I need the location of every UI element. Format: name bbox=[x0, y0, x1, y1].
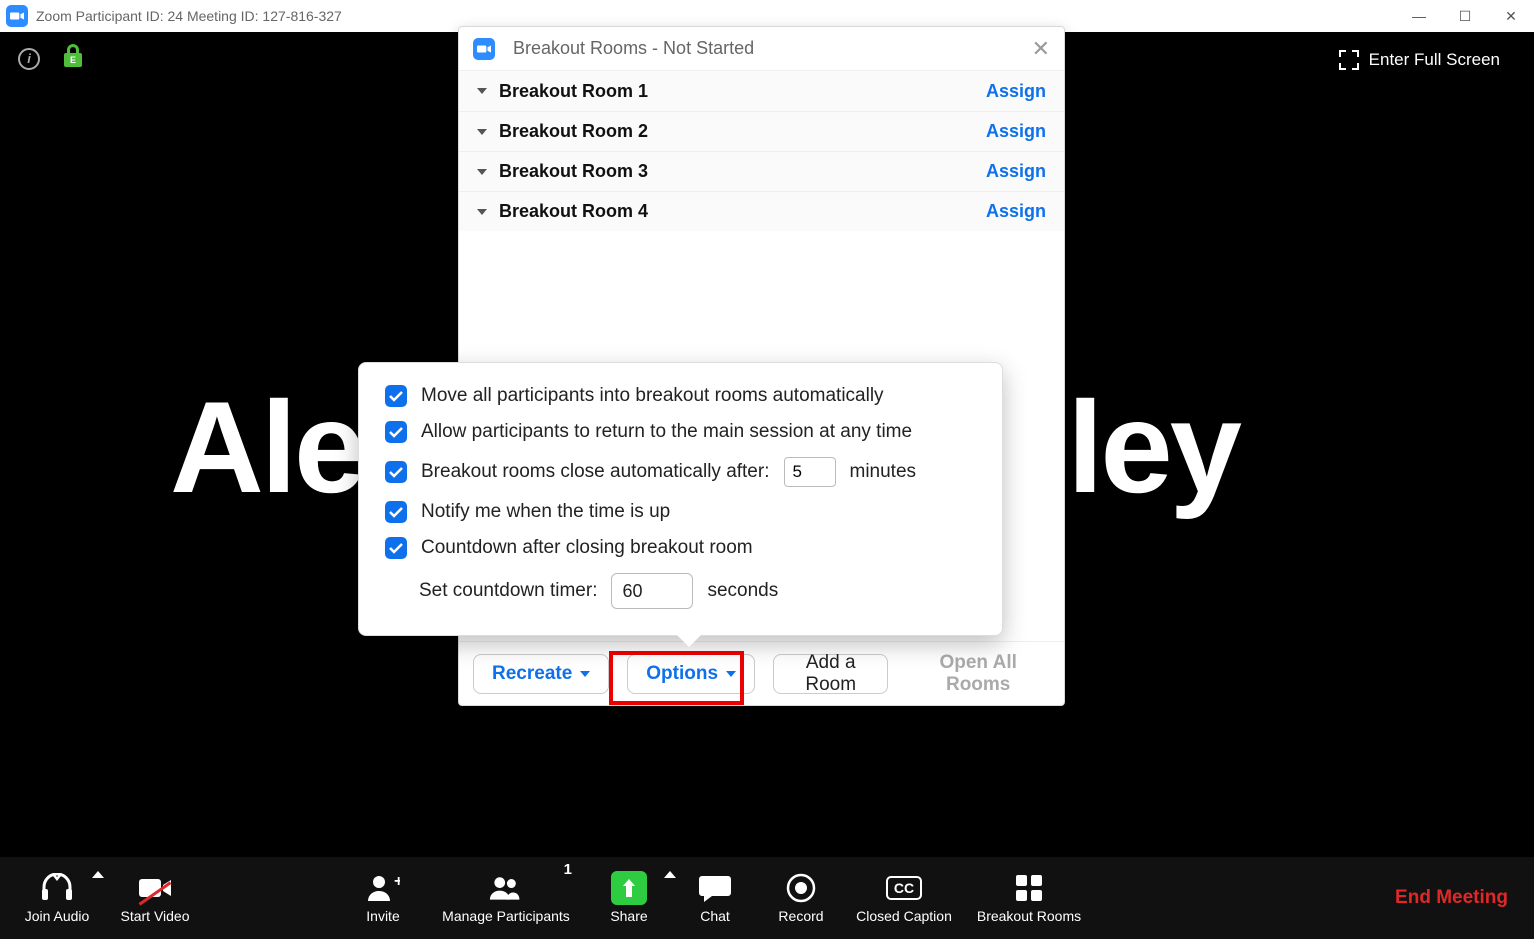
closed-caption-button[interactable]: CC Closed Caption bbox=[844, 857, 964, 939]
invite-button[interactable]: + Invite bbox=[340, 857, 426, 939]
chevron-down-icon bbox=[477, 209, 487, 215]
checkbox-allow-return[interactable] bbox=[385, 421, 407, 443]
start-video-button[interactable]: Start Video bbox=[100, 857, 210, 939]
room-name: Breakout Room 3 bbox=[499, 161, 648, 182]
chevron-down-icon bbox=[726, 671, 736, 677]
assign-link[interactable]: Assign bbox=[986, 161, 1046, 182]
dialog-title: Breakout Rooms - Not Started bbox=[513, 38, 754, 59]
assign-link[interactable]: Assign bbox=[986, 81, 1046, 102]
enter-fullscreen-button[interactable]: Enter Full Screen bbox=[1327, 44, 1512, 76]
checkbox-close-after[interactable] bbox=[385, 461, 407, 483]
video-off-icon bbox=[138, 872, 172, 904]
close-after-input[interactable] bbox=[784, 457, 836, 487]
room-name: Breakout Room 4 bbox=[499, 201, 648, 222]
chat-icon bbox=[698, 872, 732, 904]
breakout-rooms-button[interactable]: Breakout Rooms bbox=[964, 857, 1094, 939]
checkbox-notify[interactable] bbox=[385, 501, 407, 523]
assign-link[interactable]: Assign bbox=[986, 201, 1046, 222]
meeting-toolbar: Join Audio Start Video + Invite Manage P… bbox=[0, 857, 1534, 939]
participant-count-badge: 1 bbox=[564, 861, 572, 878]
room-row[interactable]: Breakout Room 3 Assign bbox=[459, 151, 1064, 191]
option-label: Breakout rooms close automatically after… bbox=[421, 461, 770, 483]
fullscreen-icon bbox=[1339, 50, 1359, 70]
participant-name-text: Ale bbox=[170, 372, 363, 522]
add-room-button[interactable]: Add a Room bbox=[773, 654, 888, 694]
breakout-rooms-icon bbox=[1012, 872, 1046, 904]
dialog-close-button[interactable]: ✕ bbox=[1032, 36, 1050, 62]
zoom-logo-icon bbox=[6, 5, 28, 27]
share-button[interactable]: Share bbox=[586, 857, 672, 939]
room-row[interactable]: Breakout Room 4 Assign bbox=[459, 191, 1064, 231]
record-icon bbox=[784, 872, 818, 904]
window-close-button[interactable]: ✕ bbox=[1488, 0, 1534, 32]
record-button[interactable]: Record bbox=[758, 857, 844, 939]
window-minimize-button[interactable]: — bbox=[1396, 0, 1442, 32]
participant-name-text: ley bbox=[1067, 372, 1239, 522]
countdown-label: Set countdown timer: bbox=[419, 580, 597, 602]
recreate-button[interactable]: Recreate bbox=[473, 654, 609, 694]
room-row[interactable]: Breakout Room 2 Assign bbox=[459, 111, 1064, 151]
invite-icon: + bbox=[366, 872, 400, 904]
option-label: Allow participants to return to the main… bbox=[421, 421, 912, 443]
checkbox-move-auto[interactable] bbox=[385, 385, 407, 407]
room-row[interactable]: Breakout Room 1 Assign bbox=[459, 71, 1064, 111]
unit-label: minutes bbox=[850, 461, 917, 483]
cc-icon: CC bbox=[886, 872, 922, 904]
options-popover: Move all participants into breakout room… bbox=[358, 362, 1003, 636]
option-label: Notify me when the time is up bbox=[421, 501, 670, 523]
room-name: Breakout Room 2 bbox=[499, 121, 648, 142]
share-icon bbox=[611, 871, 647, 905]
option-label: Move all participants into breakout room… bbox=[421, 385, 884, 407]
zoom-logo-icon bbox=[473, 38, 495, 60]
options-button[interactable]: Options bbox=[627, 654, 755, 694]
dialog-header: Breakout Rooms - Not Started ✕ bbox=[459, 27, 1064, 71]
option-label: Countdown after closing breakout room bbox=[421, 537, 753, 559]
end-meeting-button[interactable]: End Meeting bbox=[1395, 887, 1520, 909]
chat-button[interactable]: Chat bbox=[672, 857, 758, 939]
chevron-down-icon bbox=[477, 129, 487, 135]
countdown-select[interactable]: 60 bbox=[611, 573, 693, 609]
room-name: Breakout Room 1 bbox=[499, 81, 648, 102]
headphones-icon bbox=[40, 872, 74, 904]
manage-participants-button[interactable]: Manage Participants 1 bbox=[426, 857, 586, 939]
encryption-lock-icon[interactable]: E bbox=[64, 44, 82, 73]
fullscreen-label: Enter Full Screen bbox=[1369, 50, 1500, 70]
assign-link[interactable]: Assign bbox=[986, 121, 1046, 142]
participants-icon bbox=[489, 872, 523, 904]
open-all-rooms-button[interactable]: Open All Rooms bbox=[906, 654, 1050, 694]
window-maximize-button[interactable]: ☐ bbox=[1442, 0, 1488, 32]
chevron-down-icon bbox=[580, 671, 590, 677]
titlebar-text: Zoom Participant ID: 24 Meeting ID: 127-… bbox=[36, 8, 342, 24]
svg-text:E: E bbox=[70, 55, 76, 65]
room-list: Breakout Room 1 Assign Breakout Room 2 A… bbox=[459, 71, 1064, 231]
meeting-info-icon[interactable]: i bbox=[18, 48, 40, 70]
join-audio-button[interactable]: Join Audio bbox=[14, 857, 100, 939]
unit-label: seconds bbox=[707, 580, 778, 602]
checkbox-countdown[interactable] bbox=[385, 537, 407, 559]
svg-text:+: + bbox=[394, 873, 400, 890]
chevron-down-icon bbox=[477, 88, 487, 94]
dialog-footer: Recreate Options Add a Room Open All Roo… bbox=[459, 641, 1064, 705]
chevron-down-icon bbox=[477, 169, 487, 175]
